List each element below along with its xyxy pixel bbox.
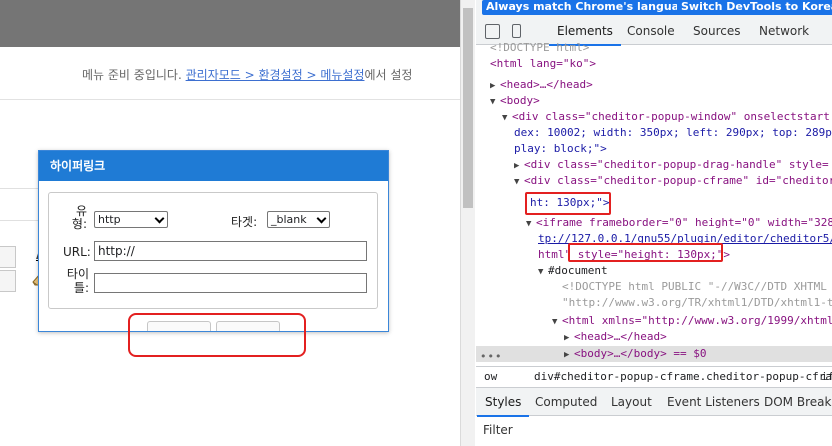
notice-prefix: 메뉴 준비 중입니다. bbox=[82, 68, 186, 82]
styles-tabbar: Styles Computed Layout Event Listeners D… bbox=[476, 388, 832, 417]
toolbar-button[interactable] bbox=[0, 270, 16, 292]
url-field[interactable]: http:// bbox=[94, 241, 367, 261]
tree-line[interactable]: ▼ <iframe frameborder="0" height="0" widt… bbox=[526, 215, 832, 231]
tree-line[interactable]: play: block;"> bbox=[514, 141, 607, 157]
collapse-arrow-icon[interactable]: ▼ bbox=[514, 174, 524, 190]
chevron-down-icon bbox=[316, 213, 327, 224]
protocol-value: http bbox=[98, 213, 121, 226]
tab-network[interactable]: Network bbox=[759, 18, 809, 45]
menu-notice: 메뉴 준비 중입니다. 관리자모드 > 환경설정 > 메뉴설정에서 설정 bbox=[0, 47, 460, 100]
popup-title[interactable]: 하이퍼링크 bbox=[39, 151, 388, 181]
highlight-annotation bbox=[128, 313, 306, 357]
tree-line[interactable]: ▼ <html xmlns="http://www.w3.org/1999/xht… bbox=[552, 313, 832, 329]
collapse-arrow-icon[interactable]: ▼ bbox=[490, 94, 500, 110]
match-language-button[interactable]: Always match Chrome's language bbox=[482, 0, 699, 15]
collapse-arrow-icon[interactable]: ▼ bbox=[526, 216, 536, 232]
tab-styles[interactable]: Styles bbox=[476, 388, 530, 417]
tree-line[interactable]: ▼ <div class="cheditor-popup-window" onse… bbox=[502, 109, 830, 125]
filter-placeholder: Filter bbox=[483, 423, 513, 437]
menu-settings-link[interactable]: 관리자모드 > 환경설정 > 메뉴설정 bbox=[186, 68, 365, 82]
expand-arrow-icon[interactable]: ▶ bbox=[514, 158, 524, 174]
tab-dom-breakpoints[interactable]: DOM Breakp bbox=[764, 388, 832, 416]
breadcrumb-item-current[interactable]: div#cheditor-popup-cframe.cheditor-popup… bbox=[534, 367, 832, 387]
tree-line[interactable]: <html lang="ko"> bbox=[490, 56, 596, 72]
tree-line[interactable]: ▶ <div class="cheditor-popup-drag-handle"… bbox=[514, 157, 829, 173]
webpage-viewport: 메뉴 준비 중입니다. 관리자모드 > 환경설정 > 메뉴설정에서 설정 A 하… bbox=[0, 0, 460, 446]
switch-korean-button[interactable]: Switch DevTools to Korean bbox=[677, 0, 832, 15]
site-header-bar bbox=[0, 0, 460, 47]
tree-line[interactable]: ▼ <body> bbox=[490, 93, 540, 109]
tab-computed[interactable]: Computed bbox=[535, 388, 597, 416]
title-label: 타이틀: bbox=[66, 267, 89, 295]
popup-form: 유형: http 타겟: _blank URL: http:// 타이틀: bbox=[48, 192, 378, 309]
notice-suffix: 에서 설정 bbox=[364, 68, 413, 82]
breadcrumb-item[interactable]: ifr bbox=[821, 367, 832, 387]
language-infobar: Always match Chrome's language Switch De… bbox=[476, 0, 832, 18]
inspect-element-icon[interactable] bbox=[485, 24, 500, 39]
expand-arrow-icon[interactable]: ▶ bbox=[490, 78, 500, 94]
tree-line[interactable]: dex: 10002; width: 350px; left: 290px; t… bbox=[514, 125, 832, 141]
tab-event-listeners[interactable]: Event Listeners bbox=[667, 388, 760, 416]
editor-toolbar-fragment: A bbox=[0, 238, 46, 298]
editor-divider bbox=[0, 220, 40, 221]
collapse-arrow-icon[interactable]: ▼ bbox=[502, 110, 512, 126]
toolbar-button[interactable] bbox=[0, 246, 16, 268]
expand-arrow-icon[interactable]: ▶ bbox=[564, 347, 574, 363]
tree-line[interactable]: ▼ #document bbox=[538, 263, 608, 279]
target-label: 타겟: bbox=[231, 215, 258, 229]
more-options-icon[interactable]: ••• bbox=[480, 350, 502, 363]
tree-line[interactable]: <!DOCTYPE html PUBLIC "-//W3C//DTD XHTML bbox=[562, 279, 827, 295]
editor-divider bbox=[0, 188, 40, 189]
tree-line[interactable]: ▶ <head>…</head> bbox=[564, 329, 667, 345]
scrollbar-thumb[interactable] bbox=[463, 8, 473, 208]
device-toolbar-icon[interactable] bbox=[512, 24, 521, 38]
hyperlink-popup: 하이퍼링크 유형: http 타겟: _blank URL: http:// 타… bbox=[38, 150, 389, 332]
page-scrollbar[interactable] bbox=[460, 0, 475, 446]
breadcrumb: ow div#cheditor-popup-cframe.cheditor-po… bbox=[476, 366, 832, 388]
breadcrumb-item[interactable]: ow bbox=[484, 367, 497, 387]
target-select[interactable]: _blank bbox=[267, 211, 330, 228]
target-value: _blank bbox=[271, 213, 307, 226]
protocol-label: 유형: bbox=[71, 204, 87, 231]
highlight-annotation bbox=[568, 243, 723, 262]
tree-line[interactable]: ▶ <head>…</head> bbox=[490, 77, 593, 93]
tree-line[interactable]: "http://www.w3.org/TR/xhtml1/DTD/xhtml1-… bbox=[562, 295, 832, 311]
tab-console[interactable]: Console bbox=[627, 18, 675, 45]
tree-line[interactable]: ▼ <div class="cheditor-popup-cframe" id="… bbox=[514, 173, 832, 189]
expand-arrow-icon[interactable]: ▶ bbox=[564, 330, 574, 346]
protocol-select[interactable]: http bbox=[94, 211, 168, 228]
collapse-arrow-icon[interactable]: ▼ bbox=[552, 314, 562, 330]
tab-sources[interactable]: Sources bbox=[693, 18, 740, 45]
tree-line-selected[interactable]: ▶ <body>…</body> == $0 bbox=[476, 346, 832, 362]
collapse-arrow-icon[interactable]: ▼ bbox=[538, 264, 548, 280]
highlight-annotation bbox=[525, 192, 611, 215]
styles-filter-input[interactable]: Filter bbox=[476, 416, 832, 446]
tab-layout[interactable]: Layout bbox=[611, 388, 652, 416]
title-field[interactable] bbox=[94, 273, 367, 293]
tree-line[interactable]: <!DOCTYPE html> bbox=[490, 40, 589, 56]
chevron-down-icon bbox=[154, 213, 165, 224]
dom-tree: <!DOCTYPE html> <html lang="ko"> ▶ <head>… bbox=[476, 41, 832, 365]
url-label: URL: bbox=[63, 245, 91, 259]
devtools-panel: Always match Chrome's language Switch De… bbox=[476, 0, 832, 446]
